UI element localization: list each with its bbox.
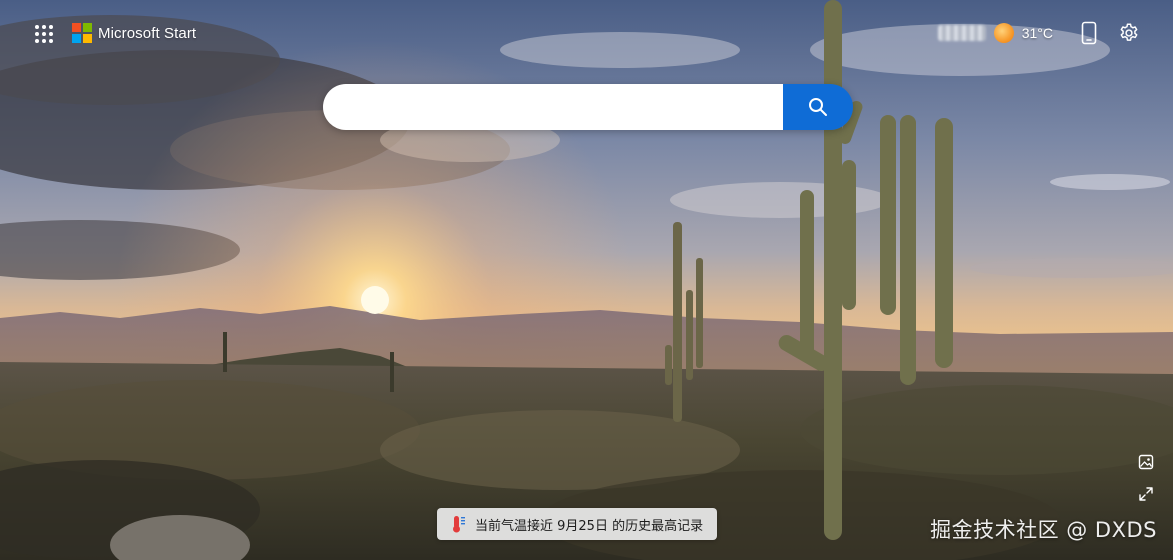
app-launcher-button[interactable] <box>30 20 58 48</box>
brand-link[interactable]: Microsoft Start <box>72 22 196 44</box>
weather-widget[interactable]: 31°C <box>937 20 1053 46</box>
brand-name: Microsoft Start <box>98 24 197 42</box>
temperature: 31°C <box>1021 25 1053 41</box>
mobile-phone-icon <box>1081 21 1097 45</box>
location-name-blurred <box>937 25 986 41</box>
new-tab-page: Microsoft Start 31°C 当前气温接近 9月25日 的历史最高记… <box>0 0 1173 560</box>
app-launcher-grid-icon <box>35 25 53 43</box>
search-box <box>323 84 853 130</box>
image-info-icon <box>1138 454 1154 470</box>
thermometer-icon <box>453 516 465 533</box>
search-button[interactable] <box>783 84 853 130</box>
sunny-icon <box>993 23 1014 43</box>
microsoft-logo-icon <box>72 23 92 43</box>
weather-record-notice[interactable]: 当前气温接近 9月25日 的历史最高记录 <box>437 508 718 540</box>
weather-record-text: 当前气温接近 9月25日 的历史最高记录 <box>475 518 704 534</box>
image-info-button[interactable] <box>1136 452 1156 472</box>
expand-icon <box>1139 487 1153 501</box>
search-icon <box>809 98 827 116</box>
mobile-app-button[interactable] <box>1077 20 1101 46</box>
gear-icon <box>1120 23 1138 41</box>
search-input[interactable] <box>323 84 783 130</box>
watermark: 掘金技术社区 @ DXDS <box>930 518 1157 542</box>
settings-button[interactable] <box>1116 20 1142 46</box>
expand-button[interactable] <box>1136 484 1156 504</box>
